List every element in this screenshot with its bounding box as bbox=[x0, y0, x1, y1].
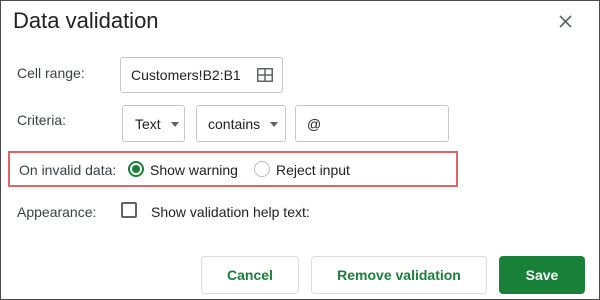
show-warning-radio[interactable] bbox=[128, 161, 144, 177]
criteria-operator-select[interactable]: contains bbox=[196, 105, 286, 142]
grid-select-icon[interactable] bbox=[257, 68, 273, 82]
close-button[interactable] bbox=[557, 13, 575, 31]
help-text-checkbox[interactable] bbox=[121, 202, 137, 218]
chevron-down-icon bbox=[270, 121, 278, 127]
criteria-type-value: Text bbox=[135, 115, 161, 132]
save-button[interactable]: Save bbox=[499, 256, 585, 294]
dialog-title: Data validation bbox=[13, 8, 159, 33]
data-validation-dialog: Data validation Cell range: Customers!B2… bbox=[0, 0, 600, 300]
cancel-button[interactable]: Cancel bbox=[201, 256, 299, 294]
criteria-label: Criteria: bbox=[17, 112, 67, 128]
cell-range-field[interactable]: Customers!B2:B1 bbox=[120, 57, 283, 93]
criteria-input-value: @ bbox=[307, 115, 322, 132]
help-text-label[interactable]: Show validation help text: bbox=[151, 203, 310, 221]
close-icon bbox=[559, 15, 572, 28]
chevron-down-icon bbox=[171, 121, 179, 127]
invalid-data-label: On invalid data: bbox=[19, 162, 117, 178]
appearance-label: Appearance: bbox=[17, 204, 97, 220]
cell-range-label: Cell range: bbox=[17, 65, 85, 81]
criteria-value-input[interactable]: @ bbox=[295, 105, 449, 142]
remove-validation-button[interactable]: Remove validation bbox=[311, 256, 487, 294]
criteria-operator-value: contains bbox=[208, 115, 261, 132]
show-warning-label[interactable]: Show warning bbox=[150, 161, 238, 179]
cell-range-value: Customers!B2:B1 bbox=[131, 67, 241, 83]
reject-input-radio[interactable] bbox=[254, 161, 270, 177]
reject-input-label[interactable]: Reject input bbox=[276, 161, 350, 179]
criteria-type-select[interactable]: Text bbox=[122, 105, 185, 142]
